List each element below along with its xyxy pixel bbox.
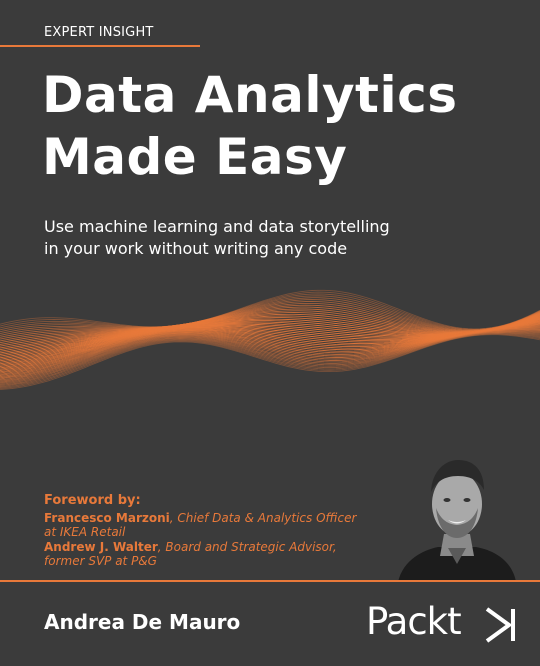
- book-title: Data Analytics Made Easy: [42, 64, 458, 188]
- series-divider: [0, 45, 200, 47]
- foreword-person-1-role: , Chief Data & Analytics Officer: [169, 510, 357, 525]
- bottom-divider: [0, 580, 540, 582]
- foreword-person-1-org: at IKEA Retail: [44, 525, 126, 539]
- foreword-person-2-org: former SVP at P&G: [44, 554, 157, 568]
- book-cover: EXPERT INSIGHT Data Analytics Made Easy …: [0, 0, 540, 666]
- publisher-logo: Packt: [366, 600, 462, 643]
- foreword-heading: Foreword by:: [44, 493, 141, 508]
- series-label: EXPERT INSIGHT: [44, 25, 154, 40]
- foreword-person-1-name: Francesco Marzoni: [44, 510, 170, 525]
- foreword-person-1: Francesco Marzoni, Chief Data & Analytic…: [44, 511, 374, 540]
- packt-chevron-icon: [485, 607, 515, 643]
- wave-illustration: [0, 289, 540, 391]
- foreword-person-2: Andrew J. Walter, Board and Strategic Ad…: [44, 540, 374, 569]
- title-line-2: Made Easy: [42, 128, 348, 186]
- author-name: Andrea De Mauro: [44, 610, 241, 634]
- foreword-block: Foreword by: Francesco Marzoni, Chief Da…: [44, 493, 374, 569]
- author-photo: [398, 460, 516, 582]
- title-line-1: Data Analytics: [42, 66, 458, 124]
- foreword-person-2-role: , Board and Strategic Advisor,: [157, 539, 337, 554]
- foreword-person-2-name: Andrew J. Walter: [44, 539, 158, 554]
